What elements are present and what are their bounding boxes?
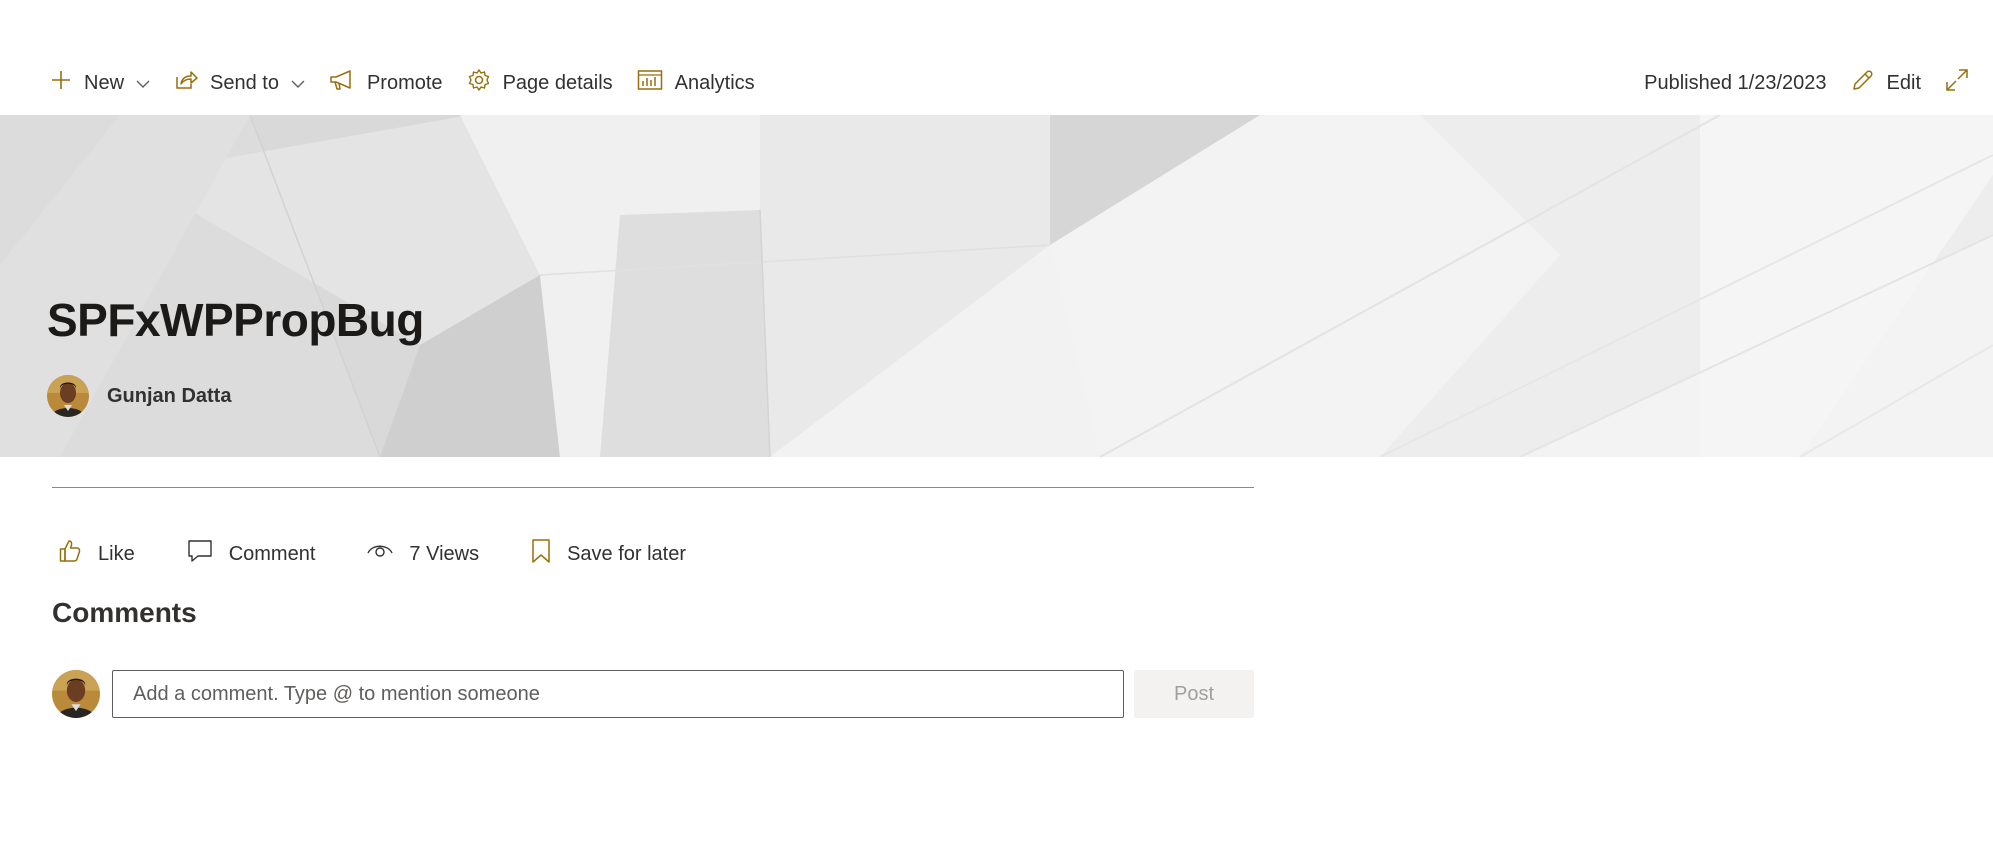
- save-for-later-label: Save for later: [567, 542, 687, 565]
- expand-icon: [1945, 68, 1969, 98]
- promote-button[interactable]: Promote: [323, 63, 449, 103]
- author-byline[interactable]: Gunjan Datta: [47, 375, 231, 417]
- comment-label: Comment: [228, 542, 316, 565]
- like-label: Like: [98, 542, 135, 565]
- views-label: 7 Views: [409, 542, 480, 565]
- comment-input[interactable]: [112, 670, 1124, 718]
- command-bar: New Send to Promote Page details Analyti…: [0, 58, 1993, 108]
- title-banner: SPFxWPPropBug Gunjan Datta: [0, 115, 1993, 457]
- views-count: 7 Views: [361, 534, 485, 574]
- comments-heading: Comments: [52, 597, 197, 628]
- command-bar-right: Published 1/23/2023 Edit: [1644, 58, 1975, 108]
- gear-icon: [467, 68, 491, 98]
- analytics-label: Analytics: [674, 71, 755, 94]
- send-to-button[interactable]: Send to: [168, 63, 311, 103]
- edit-button[interactable]: Edit: [1845, 63, 1927, 103]
- edit-label: Edit: [1886, 71, 1921, 94]
- avatar: [52, 670, 100, 718]
- comment-composer: Post: [52, 670, 1254, 718]
- author-name[interactable]: Gunjan Datta: [107, 385, 231, 408]
- social-bar: Like Comment 7 Views Save for later: [52, 534, 732, 574]
- like-button[interactable]: Like: [52, 534, 141, 574]
- bookmark-icon: [531, 538, 551, 570]
- share-icon: [174, 69, 198, 97]
- page-details-label: Page details: [502, 71, 613, 94]
- save-for-later-button[interactable]: Save for later: [525, 534, 692, 574]
- new-label: New: [84, 71, 125, 94]
- new-button[interactable]: New: [44, 63, 156, 103]
- section-divider: [52, 487, 1254, 488]
- expand-button[interactable]: [1939, 63, 1975, 103]
- command-bar-left: New Send to Promote Page details Analyti…: [44, 58, 773, 108]
- page-title: SPFxWPPropBug: [47, 294, 424, 346]
- send-to-label: Send to: [210, 71, 279, 94]
- eye-icon: [367, 542, 394, 566]
- analytics-icon: [637, 69, 663, 97]
- chevron-down-icon: [136, 72, 150, 95]
- banner-background-image: [0, 115, 1993, 457]
- avatar[interactable]: [47, 375, 89, 417]
- post-button[interactable]: Post: [1134, 670, 1254, 718]
- pencil-icon: [1851, 68, 1875, 98]
- analytics-button[interactable]: Analytics: [631, 63, 761, 103]
- like-icon: [58, 538, 82, 570]
- comment-icon: [187, 539, 213, 569]
- page-details-button[interactable]: Page details: [461, 63, 619, 103]
- chevron-down-icon: [291, 72, 305, 95]
- published-status: Published 1/23/2023: [1644, 71, 1827, 94]
- megaphone-icon: [329, 69, 355, 97]
- promote-label: Promote: [366, 71, 443, 94]
- comment-button[interactable]: Comment: [181, 534, 322, 574]
- add-icon: [50, 69, 72, 97]
